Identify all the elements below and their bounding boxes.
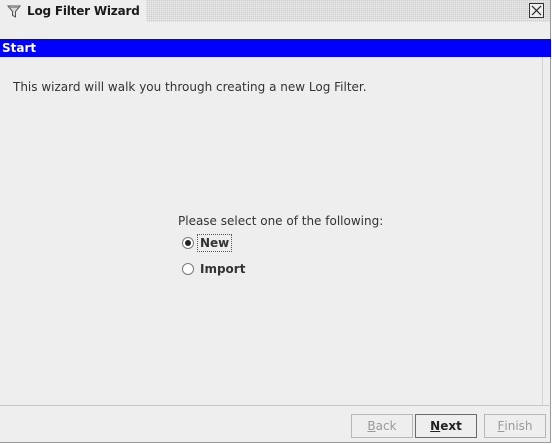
radio-import[interactable]: Import xyxy=(182,261,247,277)
finish-label-rest: inish xyxy=(504,419,533,433)
title-bar[interactable]: Log Filter Wizard xyxy=(0,0,550,22)
radio-new[interactable]: New xyxy=(182,234,233,252)
radio-new-label[interactable]: New xyxy=(197,234,233,252)
next-button[interactable]: Next xyxy=(415,414,477,438)
close-button[interactable] xyxy=(529,3,544,18)
button-bar-divider xyxy=(0,405,551,406)
radio-import-indicator[interactable] xyxy=(182,263,194,275)
funnel-icon xyxy=(6,3,22,19)
finish-button[interactable]: Finish xyxy=(484,414,546,438)
window-title: Log Filter Wizard xyxy=(27,4,140,18)
intro-text: This wizard will walk you through creati… xyxy=(13,80,367,94)
back-mnemonic: B xyxy=(367,419,376,433)
next-label-rest: ext xyxy=(440,419,462,433)
step-title-bar: Start xyxy=(0,39,551,57)
wizard-window: Log Filter Wizard Start This wizard will… xyxy=(0,0,551,443)
finish-mnemonic: F xyxy=(497,419,505,433)
back-label-rest: ack xyxy=(375,419,397,433)
title-group: Log Filter Wizard xyxy=(0,0,146,22)
radio-new-indicator[interactable] xyxy=(182,237,194,249)
radio-import-label[interactable]: Import xyxy=(198,261,247,277)
back-button[interactable]: Back xyxy=(351,414,413,438)
content-divider xyxy=(542,57,543,405)
next-mnemonic: N xyxy=(430,419,441,433)
close-icon xyxy=(531,5,542,16)
select-prompt: Please select one of the following: xyxy=(178,214,384,228)
